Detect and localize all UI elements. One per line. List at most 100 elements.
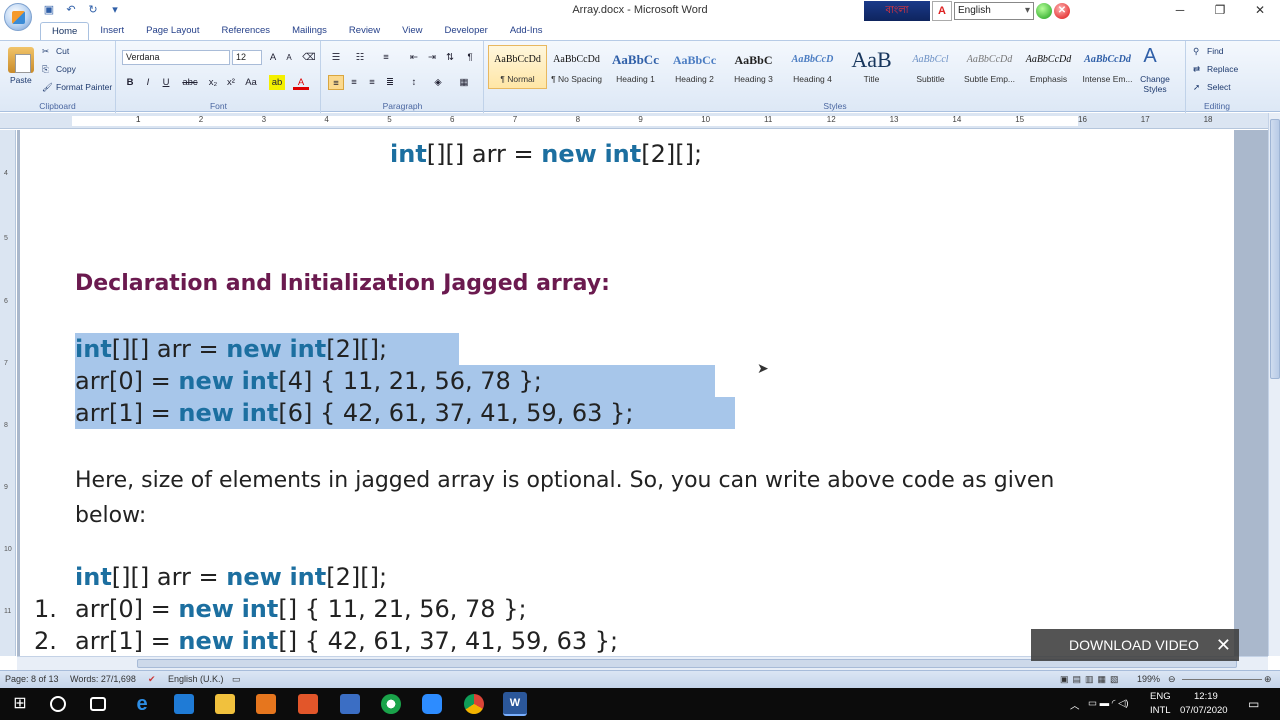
file-explorer-icon[interactable]	[215, 694, 235, 714]
style-heading-1[interactable]: AaBbCc Heading 1	[606, 45, 665, 89]
word-count[interactable]: Words: 27/1,698	[70, 674, 136, 684]
windows-start-icon[interactable]: ⊞	[10, 694, 30, 714]
italic-icon[interactable]: I	[140, 75, 156, 90]
style-normal[interactable]: AaBbCcDd ¶ Normal	[488, 45, 547, 89]
strikethrough-icon[interactable]: abc	[182, 75, 198, 90]
download-video-banner[interactable]: DOWNLOAD VIDEO ✕	[1031, 629, 1239, 661]
page-count[interactable]: Page: 8 of 13	[5, 674, 59, 684]
zoom-slider[interactable]	[1182, 679, 1262, 680]
borders-icon[interactable]: ▦	[456, 75, 472, 90]
word-icon[interactable]: W	[503, 692, 527, 716]
font-color-icon[interactable]: A	[293, 75, 309, 90]
document-page[interactable]: int[][] arr = new int[2][]; Declaration …	[20, 130, 1234, 656]
tab-home[interactable]: Home	[40, 22, 90, 40]
clock-time[interactable]: 12:19	[1194, 691, 1218, 702]
increase-indent-icon[interactable]: ⇥	[424, 50, 440, 65]
font-size-combo[interactable]: 12	[232, 50, 262, 65]
style-title[interactable]: AaB Title	[842, 45, 901, 89]
app-orange-icon[interactable]	[256, 694, 276, 714]
app-red-icon[interactable]	[298, 694, 318, 714]
justify-icon[interactable]: ≣	[382, 75, 398, 90]
proofing-icon[interactable]: ✔	[148, 674, 156, 685]
macro-icon[interactable]: ▭	[232, 674, 241, 685]
horizontal-ruler[interactable]: 1 1 2 3 4 5 6 7 8 9 10 11 12 13 14 15 16 17 18	[0, 113, 1268, 129]
align-center-icon[interactable]: ≡	[346, 75, 362, 90]
grow-font-icon[interactable]: A	[265, 50, 281, 65]
view-buttons[interactable]: ▣▤▥▦▧	[1060, 674, 1123, 685]
shrink-font-icon[interactable]: A	[281, 50, 297, 65]
find-button[interactable]: Find	[1207, 46, 1224, 56]
select-button[interactable]: Select	[1207, 82, 1231, 92]
app-green-icon[interactable]	[381, 694, 401, 714]
task-view-icon[interactable]	[90, 697, 106, 711]
input-lang-1[interactable]: ENG	[1150, 691, 1171, 702]
vertical-scroll-thumb[interactable]	[1270, 119, 1280, 379]
subscript-icon[interactable]: x₂	[205, 75, 221, 90]
copy-button[interactable]: Copy	[56, 64, 76, 74]
search-icon[interactable]	[50, 696, 66, 712]
tray-expand-icon[interactable]: ︿	[1070, 698, 1080, 712]
acrobat-icon[interactable]: A	[932, 1, 952, 21]
input-lang-2[interactable]: INTL	[1150, 705, 1171, 716]
change-styles-button[interactable]: Change Styles	[1137, 74, 1173, 94]
sort-icon[interactable]: ⇅	[442, 50, 458, 65]
tab-page-layout[interactable]: Page Layout	[135, 22, 210, 40]
numbering-icon[interactable]: ☷	[352, 50, 368, 65]
style-subtle-emp[interactable]: AaBbCcDd Subtle Emp...	[960, 45, 1019, 89]
tab-view[interactable]: View	[391, 22, 433, 40]
language-status[interactable]: English (U.K.)	[168, 674, 224, 684]
vertical-ruler[interactable]: 4 5 6 7 8 9 10 11	[0, 130, 16, 656]
align-right-icon[interactable]: ≡	[364, 75, 380, 90]
zoom-level[interactable]: 199%	[1137, 674, 1160, 684]
multilevel-list-icon[interactable]: ≡	[378, 50, 394, 65]
close-button[interactable]: ✕	[1240, 0, 1280, 20]
vertical-scrollbar[interactable]	[1268, 113, 1280, 656]
show-marks-icon[interactable]: ¶	[462, 50, 478, 65]
clear-format-icon[interactable]: ⌫	[301, 50, 317, 65]
tab-insert[interactable]: Insert	[89, 22, 135, 40]
replace-button[interactable]: Replace	[1207, 64, 1238, 74]
zoom-app-icon[interactable]	[422, 694, 442, 714]
zoom-out-icon[interactable]: ⊖	[1168, 674, 1176, 685]
tab-add-ins[interactable]: Add-Ins	[499, 22, 554, 40]
change-styles-icon[interactable]: A	[1135, 46, 1165, 66]
format-painter-button[interactable]: Format Painter	[56, 82, 112, 92]
style-intense-em[interactable]: AaBbCcDd Intense Em...	[1078, 45, 1137, 89]
edge-icon[interactable]: e	[132, 694, 152, 714]
language-select[interactable]: English	[954, 2, 1034, 20]
style-heading-4[interactable]: AaBbCcD Heading 4	[783, 45, 842, 89]
paste-button[interactable]: Paste	[10, 75, 32, 85]
zoom-in-icon[interactable]: ⊕	[1264, 674, 1272, 685]
font-name-combo[interactable]: Verdana	[122, 50, 230, 65]
bold-icon[interactable]: B	[122, 75, 138, 90]
tab-review[interactable]: Review	[338, 22, 391, 40]
style-subtitle[interactable]: AaBbCcl Subtitle	[901, 45, 960, 89]
paste-icon[interactable]	[8, 47, 34, 73]
restore-button[interactable]: ❐	[1200, 0, 1240, 20]
red-close-icon[interactable]: ✕	[1054, 3, 1070, 19]
style-heading-3[interactable]: AaBbC Heading 3	[724, 45, 783, 89]
cut-button[interactable]: Cut	[56, 46, 69, 56]
superscript-icon[interactable]: x²	[223, 75, 239, 90]
decrease-indent-icon[interactable]: ⇤	[406, 50, 422, 65]
bangla-keyboard-button[interactable]: বাংলা	[864, 1, 930, 21]
store-icon[interactable]	[174, 694, 194, 714]
notifications-icon[interactable]: ▭	[1248, 697, 1259, 711]
office-button[interactable]	[4, 3, 32, 31]
tab-mailings[interactable]: Mailings	[281, 22, 338, 40]
tab-developer[interactable]: Developer	[434, 22, 499, 40]
style-heading-2[interactable]: AaBbCc Heading 2	[665, 45, 724, 89]
tray-icons[interactable]: ▭ ▬ ◜ ◁)	[1088, 698, 1129, 709]
underline-icon[interactable]: U	[158, 75, 174, 90]
download-video-label[interactable]: DOWNLOAD VIDEO	[1069, 637, 1199, 653]
close-banner-icon[interactable]: ✕	[1216, 629, 1231, 661]
minimize-button[interactable]: ─	[1160, 0, 1200, 20]
change-case-icon[interactable]: Aa	[243, 75, 259, 90]
clock-date[interactable]: 07/07/2020	[1180, 705, 1228, 716]
chrome-icon[interactable]	[464, 694, 484, 714]
line-spacing-icon[interactable]: ↕	[406, 75, 422, 90]
tab-references[interactable]: References	[210, 22, 281, 40]
green-status-icon[interactable]	[1036, 3, 1052, 19]
align-left-icon[interactable]: ≡	[328, 75, 344, 90]
bullets-icon[interactable]: ☰	[328, 50, 344, 65]
